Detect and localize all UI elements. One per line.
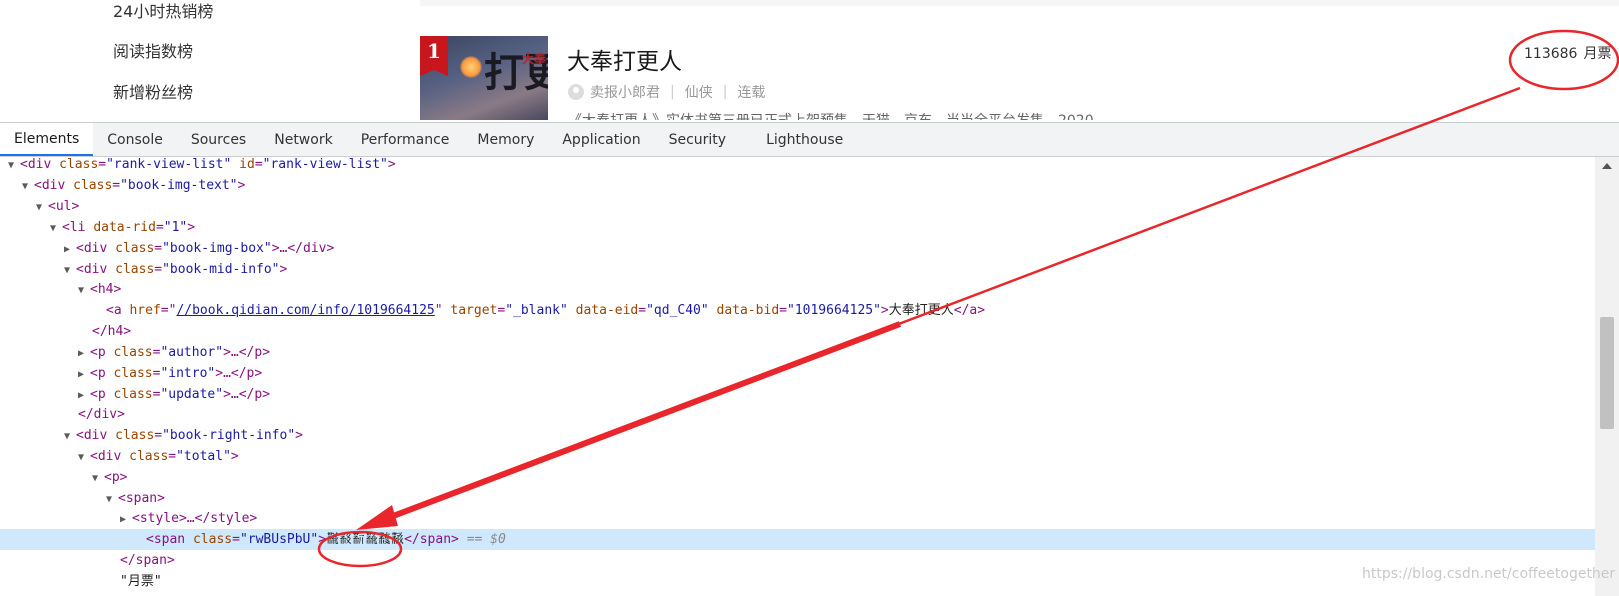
dom-node-book-mid-info[interactable]: ▼ <div class="book-mid-info"> xyxy=(0,259,1595,280)
dom-node-h4-close[interactable]: </h4> xyxy=(0,321,1595,342)
watermark-text: https://blog.csdn.net/coffeetogether xyxy=(1362,566,1616,582)
votes-unit: 月票 xyxy=(1583,46,1612,62)
dom-node-span[interactable]: ▼ <span> xyxy=(0,488,1595,509)
dom-node-span-obfuscated-selected[interactable]: <span class="rwBUsPbU">𘜸𘜶𘜵𘜸𘜹𘜷</span> == … xyxy=(0,529,1595,550)
book-title-link[interactable]: 大奉打更人 xyxy=(567,42,682,76)
tab-network[interactable]: Network xyxy=(260,123,346,156)
tab-elements[interactable]: Elements xyxy=(0,123,94,156)
tab-console[interactable]: Console xyxy=(93,123,177,156)
expand-triangle-icon[interactable]: ▼ xyxy=(64,426,76,447)
dom-tree-scrollbar[interactable] xyxy=(1595,157,1619,596)
expand-triangle-icon[interactable]: ▼ xyxy=(78,280,90,301)
collapse-triangle-icon[interactable]: ▶ xyxy=(78,364,90,385)
book-intro: 《大奉打更人》实体书第三册已正式上架预售，天猫、京东、当当全平台发售，2020 xyxy=(568,110,1094,120)
expand-triangle-icon[interactable]: ▼ xyxy=(36,197,48,218)
genre-link[interactable]: 仙侠 xyxy=(685,82,713,102)
author-avatar-icon xyxy=(568,84,584,100)
dom-node-p[interactable]: ▼ <p> xyxy=(0,467,1595,488)
expand-triangle-icon[interactable]: ▼ xyxy=(8,157,20,176)
tab-memory[interactable]: Memory xyxy=(463,123,548,156)
dom-node-style[interactable]: ▶ <style>…</style> xyxy=(0,508,1595,529)
tab-sources[interactable]: Sources xyxy=(177,123,260,156)
dom-node-h4[interactable]: ▼ <h4> xyxy=(0,279,1595,300)
rank-badge: 1 xyxy=(420,36,448,76)
dom-node-book-right-info[interactable]: ▼ <div class="book-right-info"> xyxy=(0,425,1595,446)
expand-triangle-icon[interactable]: ▼ xyxy=(64,260,76,281)
collapse-triangle-icon[interactable]: ▶ xyxy=(78,385,90,406)
expand-triangle-icon[interactable]: ▼ xyxy=(22,176,34,197)
sidebar-link-reading-index[interactable]: 阅读指数榜 xyxy=(113,38,193,62)
scroll-up-arrow-icon[interactable] xyxy=(1602,163,1612,169)
devtools-tabbar: Elements Console Sources Network Perform… xyxy=(0,123,1619,157)
dom-node-p-update[interactable]: ▶ <p class="update">…</p> xyxy=(0,384,1595,405)
meta-separator: | xyxy=(722,84,728,100)
monthly-votes: 113686 月票 xyxy=(1524,43,1611,63)
sidebar-link-new-fans[interactable]: 新增粉丝榜 xyxy=(113,79,193,103)
dom-text-node-yuepiao[interactable]: "月票" xyxy=(0,571,1595,592)
cover-seal-text: 大奉 xyxy=(522,52,547,66)
cover-title-art: 打更人 xyxy=(484,49,548,96)
devtools-panel: Elements Console Sources Network Perform… xyxy=(0,122,1619,596)
href-link[interactable]: //book.qidian.com/info/1019664125 xyxy=(176,303,434,318)
dom-node-p-intro[interactable]: ▶ <p class="intro">…</p> xyxy=(0,363,1595,384)
scroll-thumb[interactable] xyxy=(1600,317,1614,429)
author-link[interactable]: 卖报小郎君 xyxy=(590,82,660,102)
obfuscated-number-glyphs: 𘜸𘜶𘜵𘜸𘜹𘜷 xyxy=(326,532,405,547)
selected-node-marker: == $0 xyxy=(466,532,506,547)
dom-node-rank-view-list[interactable]: ▼ <div class="rank-view-list" id="rank-vi… xyxy=(0,157,1595,175)
expand-triangle-icon[interactable]: ▼ xyxy=(78,447,90,468)
cover-lantern-glow xyxy=(460,56,482,78)
meta-separator: | xyxy=(670,84,675,100)
tab-application[interactable]: Application xyxy=(548,123,654,156)
votes-count: 113686 xyxy=(1524,46,1578,62)
book-meta: 卖报小郎君 | 仙侠 | 连载 xyxy=(568,82,765,102)
collapse-triangle-icon[interactable]: ▶ xyxy=(78,343,90,364)
expand-triangle-icon[interactable]: ▼ xyxy=(106,489,118,510)
collapse-triangle-icon[interactable]: ▶ xyxy=(120,509,132,530)
tab-security[interactable]: Security xyxy=(655,123,741,156)
page-top-strip xyxy=(420,0,1619,6)
dom-node-p-author[interactable]: ▶ <p class="author">…</p> xyxy=(0,342,1595,363)
dom-node-ul[interactable]: ▼ <ul> xyxy=(0,196,1595,217)
dom-node-total[interactable]: ▼ <div class="total"> xyxy=(0,446,1595,467)
expand-triangle-icon[interactable]: ▼ xyxy=(50,218,62,239)
dom-node-li[interactable]: ▼ <li data-rid="1"> xyxy=(0,217,1595,238)
tab-performance[interactable]: Performance xyxy=(347,123,464,156)
sidebar-link-24h-bestseller[interactable]: 24小时热销榜 xyxy=(113,0,213,22)
collapse-triangle-icon[interactable]: ▶ xyxy=(64,239,76,260)
dom-node-book-img-box[interactable]: ▶ <div class="book-img-box">…</div> xyxy=(0,238,1595,259)
dom-node-div-close[interactable]: </div> xyxy=(0,404,1595,425)
dom-node-book-img-text[interactable]: ▼ <div class="book-img-text"> xyxy=(0,175,1595,196)
webpage-viewport: 24小时热销榜 阅读指数榜 新增粉丝榜 打更人 大奉 1 大奉打更人 卖报小郎君… xyxy=(0,0,1619,120)
dom-node-anchor[interactable]: <a href="//book.qidian.com/info/10196641… xyxy=(0,300,1595,321)
elements-dom-tree: ▼ <div class="rank-view-list" id="rank-vi… xyxy=(0,157,1595,596)
book-status: 连载 xyxy=(737,85,766,101)
dom-node-span-close[interactable]: </span> xyxy=(0,550,1595,571)
tab-lighthouse[interactable]: Lighthouse xyxy=(752,123,857,156)
expand-triangle-icon[interactable]: ▼ xyxy=(92,468,104,489)
